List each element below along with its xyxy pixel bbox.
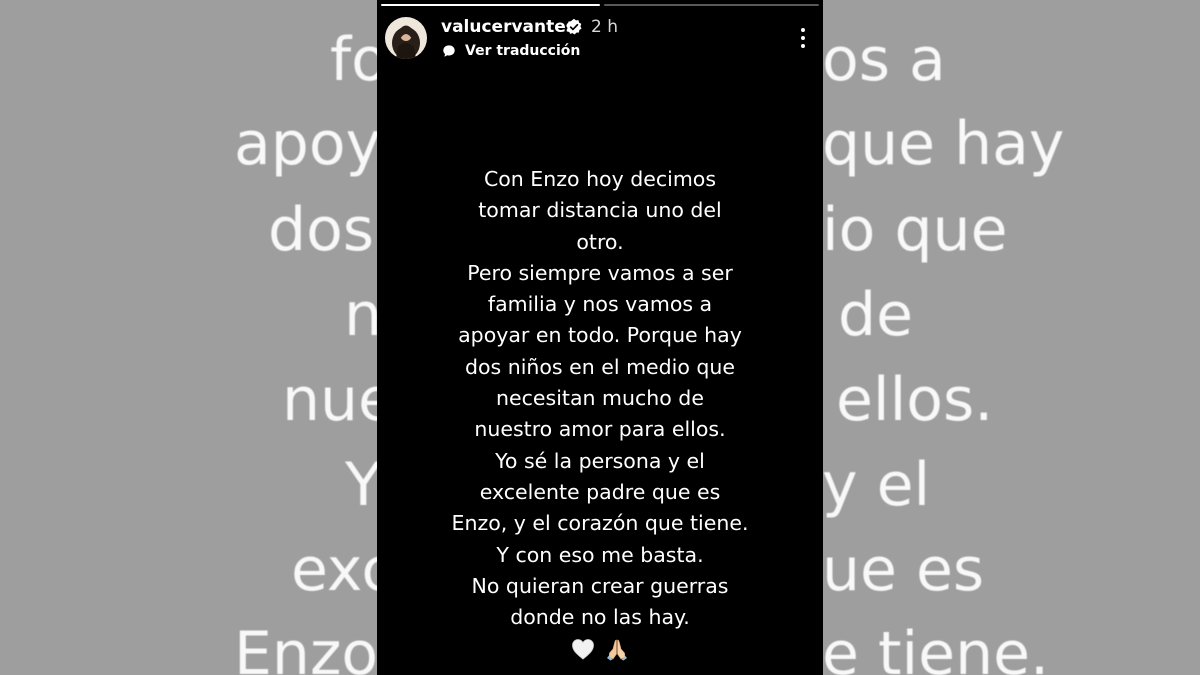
see-translation-link[interactable]: Ver traducción [465,41,580,61]
bg-text-line: os a [822,25,946,95]
username[interactable]: valucervantes [441,16,576,38]
progress-segment-active [604,4,819,6]
story-text-line: otro. [576,229,624,254]
story-text-line: apoyar en todo. Porque hay [458,323,742,348]
progress-segment-done [381,4,600,6]
emoji-row [377,637,823,665]
bg-text-line: ellos. [836,365,994,435]
bg-text-line: ue es [822,535,985,605]
bg-text-line: que hay [822,109,1065,179]
story-text-line: Pero siempre vamos a ser [467,260,733,285]
story-text-line: Enzo, y el corazón que tiene. [451,511,749,536]
verified-badge-icon [566,18,582,35]
story-text-line: dos niños en el medio que [464,354,736,379]
story-text-line: Yo sé la persona y el [495,448,705,473]
story-message: Con Enzo hoy decimos tomar distancia uno… [377,164,823,633]
speech-bubble-icon [443,45,455,57]
story-text-line: excelente padre que es [479,479,721,504]
story-text-line: tomar distancia uno del [478,198,722,223]
folded-hands-icon [606,639,627,661]
story-viewer[interactable]: valucervantes 2 h Ver traducción Con Enz… [377,0,823,675]
story-progress-bar [377,4,823,7]
bg-text-line: apoy [234,109,382,179]
bg-text-line: io que [822,195,1008,265]
bg-text-line: Enzo, [234,619,398,675]
post-time: 2 h [591,17,618,37]
avatar[interactable] [385,17,427,59]
dot-icon [801,28,805,32]
story-text-line: necesitan mucho de [496,386,704,411]
story-text-line: Y con eso me basta. [496,542,704,567]
avatar-image [385,17,427,59]
story-text-line: donde no las hay. [510,605,690,630]
white-heart-icon [572,639,595,660]
dot-icon [801,44,805,48]
bg-text-line: dos [268,195,375,265]
dot-icon [801,36,805,40]
bg-text-line: de [838,280,913,350]
bg-text-line: e tiene. [822,619,1050,675]
bg-text-line: y el [822,450,931,520]
story-text-line: Con Enzo hoy decimos [483,167,717,191]
story-text-line: nuestro amor para ellos. [474,417,726,442]
story-text-line: No quieran crear guerras [471,573,729,598]
story-text-line: familia y nos vamos a [487,292,713,317]
more-options-button[interactable] [791,26,815,50]
